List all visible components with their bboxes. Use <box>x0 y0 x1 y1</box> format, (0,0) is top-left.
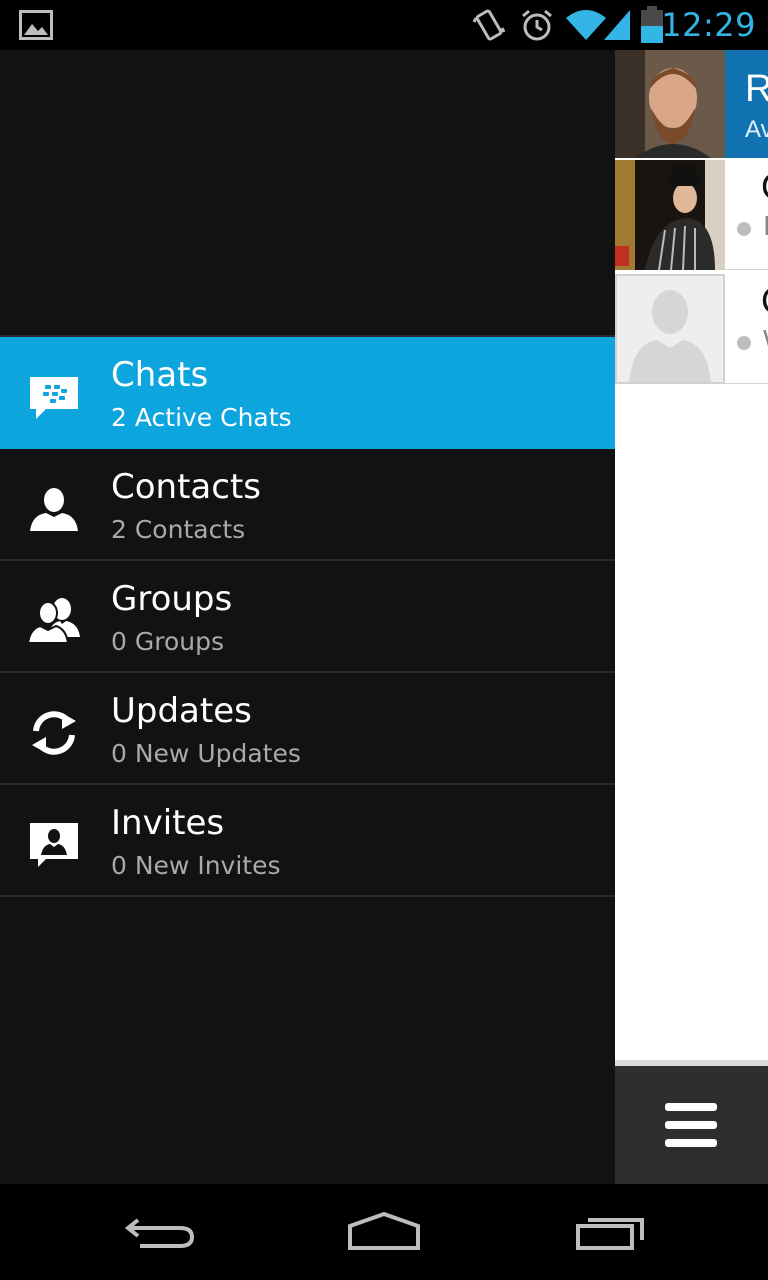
vibrate-icon <box>472 9 506 41</box>
chat-list-panel[interactable]: R Av C I <box>615 50 768 1184</box>
menu-item-subtitle: 0 Groups <box>111 627 224 656</box>
menu-item-subtitle: 0 New Updates <box>111 739 301 768</box>
chat-name: C <box>761 166 768 208</box>
clock: 12:29 <box>661 6 756 44</box>
chat-status: I <box>763 210 768 241</box>
profile-name: R <box>745 68 768 110</box>
menu-item-subtitle: 2 Contacts <box>111 515 246 544</box>
chat-row[interactable]: C W <box>615 272 768 384</box>
invite-icon <box>30 823 78 867</box>
chat-name: C <box>761 280 768 322</box>
menu-item-groups[interactable]: Groups 0 Groups <box>0 561 615 673</box>
wifi-icon <box>566 10 606 40</box>
menu-item-title: Groups <box>111 579 233 619</box>
menu-item-subtitle: 0 New Invites <box>111 851 281 880</box>
menu-item-subtitle: 2 Active Chats <box>111 403 292 432</box>
menu-item-invites[interactable]: Invites 0 New Invites <box>0 785 615 897</box>
overflow-menu-button[interactable] <box>665 1103 717 1149</box>
menu-item-updates[interactable]: Updates 0 New Updates <box>0 673 615 785</box>
alarm-icon <box>522 9 552 41</box>
home-button[interactable] <box>344 1210 424 1254</box>
back-button[interactable] <box>120 1210 200 1254</box>
menu-icon-bar <box>665 1139 717 1147</box>
bottom-action-bar <box>615 1060 768 1184</box>
system-navigation-bar <box>0 1184 768 1280</box>
menu-item-title: Updates <box>111 691 252 731</box>
bbm-chat-icon <box>30 377 78 419</box>
image-notification-icon <box>19 10 53 40</box>
menu-item-chats[interactable]: Chats 2 Active Chats <box>0 337 615 449</box>
menu-item-title: Chats <box>111 355 209 395</box>
recent-apps-button[interactable] <box>572 1210 652 1254</box>
contact-avatar-placeholder <box>615 274 725 384</box>
presence-dot <box>737 222 751 236</box>
refresh-icon <box>32 711 76 755</box>
profile-status: Av <box>745 116 768 143</box>
drawer-header-area <box>0 50 615 337</box>
chat-row[interactable]: C I <box>615 158 768 270</box>
menu-item-title: Invites <box>111 803 225 843</box>
menu-icon-bar <box>665 1121 717 1129</box>
groups-icon <box>26 598 80 644</box>
menu-item-contacts[interactable]: Contacts 2 Contacts <box>0 449 615 561</box>
contact-avatar <box>615 160 725 270</box>
status-bar: 12:29 <box>0 0 768 50</box>
menu-icon-bar <box>665 1103 717 1111</box>
navigation-drawer: Chats 2 Active Chats Contacts 2 Contacts… <box>0 50 615 1184</box>
presence-dot <box>737 336 751 350</box>
signal-icon <box>604 10 630 40</box>
menu-item-title: Contacts <box>111 467 261 507</box>
contact-icon <box>30 488 78 531</box>
profile-header[interactable]: R Av <box>615 50 768 158</box>
chat-status: W <box>763 324 768 356</box>
profile-avatar <box>615 50 725 158</box>
